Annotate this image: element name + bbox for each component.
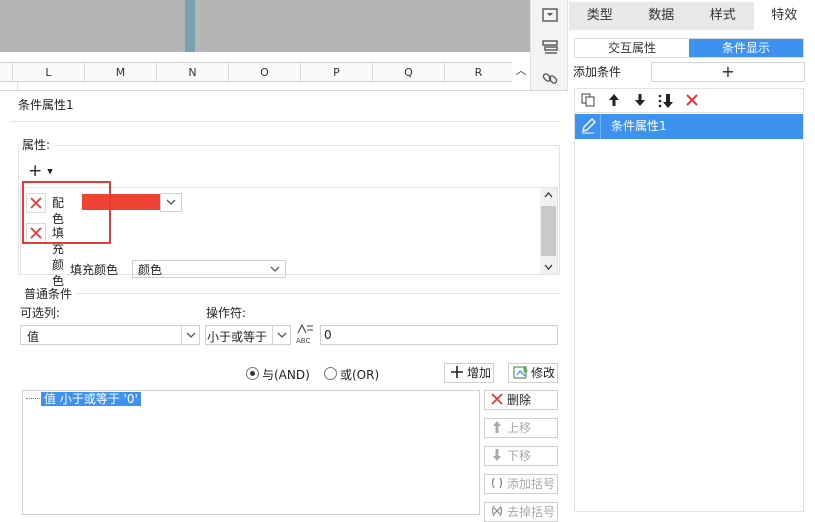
list-item[interactable]: 条件属性1 — [575, 114, 803, 139]
operator-select-value: 小于或等于 — [207, 328, 267, 345]
fill-color-select-value: 颜色 — [138, 263, 162, 277]
or-radio[interactable] — [324, 367, 337, 380]
plus-icon: + — [28, 161, 42, 181]
divider — [10, 121, 560, 122]
button-label: 添加括号 — [507, 475, 555, 493]
add-property-button[interactable]: + ▼ — [28, 163, 58, 181]
layers-icon[interactable] — [541, 38, 559, 56]
copy-icon[interactable] — [579, 92, 597, 110]
move-down-icon[interactable] — [631, 92, 649, 110]
tree-connector — [26, 398, 40, 399]
move-down-button[interactable]: 下移 — [484, 446, 558, 466]
delete-icon[interactable] — [683, 92, 701, 110]
column-header-cell[interactable]: N — [156, 63, 228, 81]
value-input-text: 0 — [324, 328, 332, 342]
color-dropdown-button[interactable] — [160, 193, 182, 212]
add-condition-item-button[interactable]: 增加 — [444, 363, 494, 383]
add-condition-label: 添加条件 — [573, 64, 621, 80]
column-header-cell[interactable]: L — [12, 63, 84, 81]
edit-icon — [575, 114, 601, 139]
column-header-cell[interactable]: P — [300, 63, 372, 81]
button-label: 上移 — [507, 419, 531, 437]
column-header-cell[interactable]: O — [228, 63, 300, 81]
column-select-label: 可选列: — [20, 304, 60, 321]
formula-type-icon[interactable]: ABC — [296, 323, 316, 345]
remove-bracket-icon — [489, 504, 505, 520]
widget-icon[interactable] — [541, 6, 559, 24]
link-icon[interactable] — [541, 69, 559, 87]
scrollbar-thumb[interactable] — [541, 206, 556, 256]
properties-label: 属性: — [22, 138, 50, 152]
close-icon — [489, 392, 505, 408]
right-panel: 类型 数据 样式 特效 交互属性 条件显示 添加条件 + 条件属性1 — [569, 0, 815, 514]
button-label: 删除 — [507, 391, 531, 409]
condition-expression-list[interactable] — [22, 390, 480, 515]
tab-interaction-properties[interactable]: 交互属性 — [575, 39, 689, 57]
column-header-cell — [0, 63, 12, 81]
condition-list: 条件属性1 — [574, 112, 804, 512]
sheet-scroll-up-button[interactable]: ︿ — [512, 62, 530, 82]
chevron-up-icon — [543, 190, 554, 199]
and-label: 与(AND) — [262, 366, 310, 383]
tab-data[interactable]: 数据 — [631, 2, 693, 30]
normal-condition-label: 普通条件 — [24, 287, 72, 301]
add-bracket-button[interactable]: 添加括号 — [484, 474, 558, 494]
operator-label: 操作符: — [206, 304, 246, 321]
condition-properties-dialog: 条件属性1 属性: + ▼ 配色 填充颜色 填充颜色 颜色 普通条件 可选列: … — [0, 90, 568, 514]
modify-button[interactable]: 修改 — [508, 363, 558, 383]
sort-down-icon[interactable] — [657, 92, 675, 110]
highlight-annotation — [22, 181, 111, 244]
tab-type[interactable]: 类型 — [569, 2, 631, 30]
column-select[interactable] — [20, 325, 200, 345]
condition-expression-item[interactable]: 值 小于或等于 '0' — [41, 392, 141, 406]
dialog-title: 条件属性1 — [18, 97, 74, 113]
plus-icon — [449, 365, 465, 381]
chevron-down-icon — [267, 261, 283, 277]
move-up-icon[interactable] — [605, 92, 623, 110]
chevron-down-icon — [272, 326, 290, 344]
divider — [76, 293, 560, 294]
divider — [54, 145, 560, 146]
delete-button[interactable]: 删除 — [484, 390, 558, 410]
value-input[interactable] — [320, 325, 558, 345]
sub-tabs: 交互属性 条件显示 — [574, 38, 804, 58]
chevron-down-icon — [543, 263, 554, 272]
panel-tabs: 类型 数据 样式 特效 — [569, 2, 815, 30]
column-header: L M N O P Q R — [0, 62, 512, 82]
condition-toolbar — [574, 88, 804, 112]
button-label: 下移 — [507, 447, 531, 465]
or-label: 或(OR) — [340, 366, 379, 383]
arrow-down-icon — [489, 448, 505, 464]
button-label: 去掉括号 — [507, 503, 555, 521]
modify-icon — [513, 365, 529, 381]
arrow-up-icon — [489, 420, 505, 436]
tab-effects[interactable]: 特效 — [754, 2, 815, 30]
list-item-label: 条件属性1 — [611, 114, 667, 139]
column-header-cell[interactable]: R — [444, 63, 512, 81]
chart-placeholder — [0, 0, 530, 52]
and-radio[interactable] — [246, 367, 259, 380]
formula-type-label: ABC — [296, 337, 316, 345]
add-condition-button[interactable]: + — [651, 62, 805, 82]
fill-color-label: 填充颜色 — [70, 263, 118, 277]
bracket-icon — [489, 476, 505, 492]
chart-bar — [185, 0, 195, 52]
button-label: 增加 — [467, 364, 491, 382]
move-up-button[interactable]: 上移 — [484, 418, 558, 438]
column-header-cell[interactable]: M — [84, 63, 156, 81]
chevron-down-icon: ▼ — [47, 168, 52, 176]
chevron-down-icon — [161, 194, 181, 211]
tab-conditional-display[interactable]: 条件显示 — [689, 39, 803, 57]
tab-style[interactable]: 样式 — [692, 2, 754, 30]
chevron-down-icon — [181, 326, 199, 344]
column-header-cell[interactable]: Q — [372, 63, 444, 81]
remove-bracket-button[interactable]: 去掉括号 — [484, 502, 558, 522]
column-select-value: 值 — [27, 328, 39, 345]
button-label: 修改 — [531, 364, 555, 382]
